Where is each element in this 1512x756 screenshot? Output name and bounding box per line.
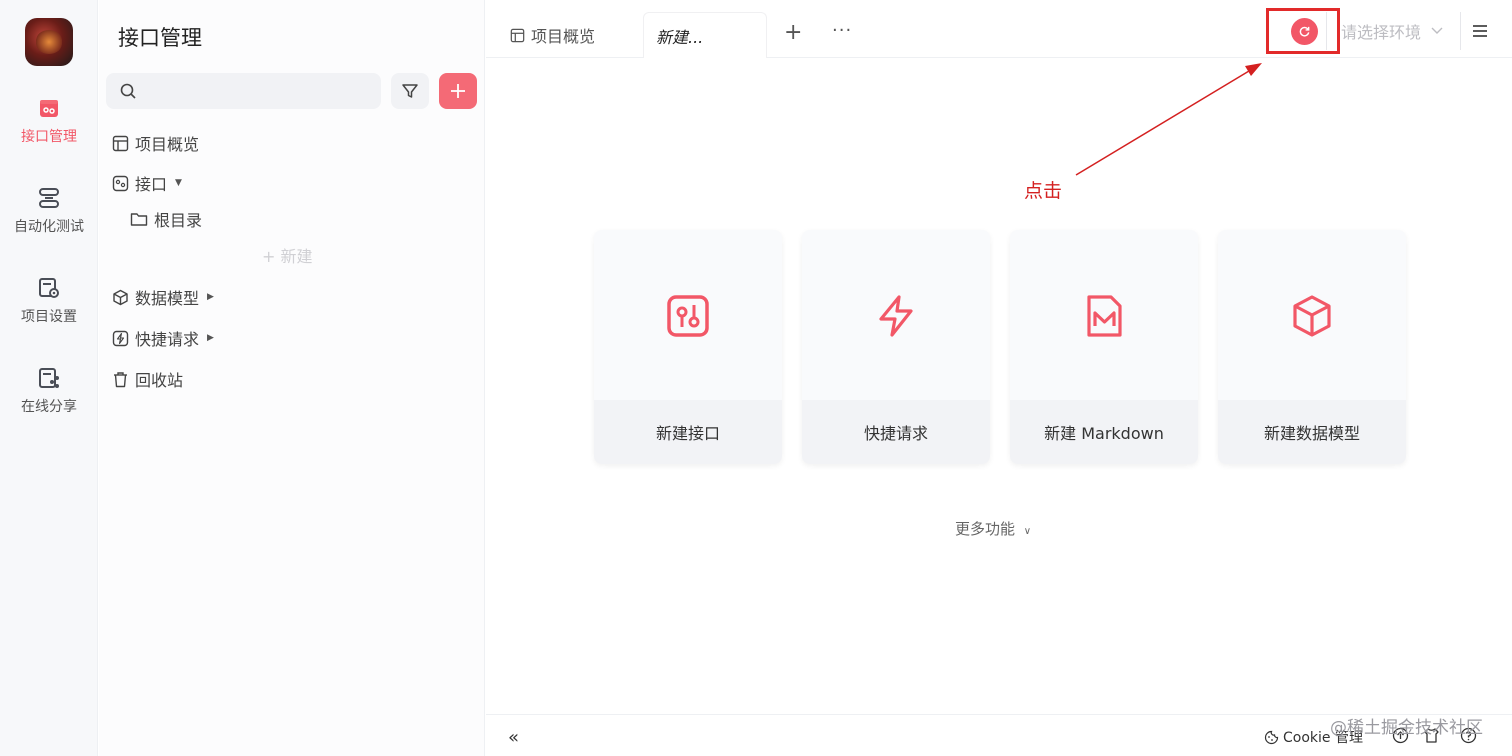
cookie-icon (1264, 730, 1279, 744)
card-new-data-model[interactable]: 新建数据模型 (1218, 230, 1406, 464)
automation-icon (39, 188, 59, 208)
sidebar: 接口管理 项目概览 接口 ▼ 根目录 + 新建 数据模型 ▶ 快捷请求 ▶ 回收… (99, 0, 485, 756)
cube-icon (113, 289, 128, 305)
avatar[interactable] (25, 18, 73, 66)
add-button[interactable] (439, 73, 477, 109)
rail-item-api-management[interactable]: 接口管理 (0, 96, 98, 146)
rail-item-label: 在线分享 (21, 399, 77, 415)
project-settings-icon (39, 278, 59, 298)
tree-item-label: 根目录 (154, 211, 203, 230)
tab-label: 新建... (656, 27, 704, 47)
folder-icon (130, 213, 148, 226)
card-quick-request[interactable]: 快捷请求 (802, 230, 990, 464)
markdown-icon (1087, 295, 1122, 337)
chevron-down-icon: ∨ (1023, 526, 1032, 537)
search-icon (120, 83, 136, 99)
rail-item-project-settings[interactable]: 项目设置 (0, 276, 98, 326)
more-functions-toggle[interactable]: 更多功能 ∨ (955, 518, 1031, 539)
caret-right-icon[interactable]: ▶ (207, 292, 214, 302)
cube-icon (1293, 295, 1331, 337)
card-label: 快捷请求 (802, 400, 990, 464)
filter-button[interactable] (391, 73, 429, 109)
tree-item-project-overview[interactable]: 项目概览 (112, 131, 199, 155)
share-icon (39, 368, 59, 388)
api-icon (40, 100, 58, 117)
tree-item-data-model[interactable]: 数据模型 ▶ (112, 285, 214, 309)
filter-icon (402, 84, 418, 98)
tree-item-root-folder[interactable]: 根目录 (130, 207, 202, 231)
card-label: 新建接口 (594, 400, 782, 464)
caret-down-icon[interactable]: ▼ (175, 178, 182, 188)
tab-label: 项目概览 (531, 27, 596, 46)
tree-item-recycle-bin[interactable]: 回收站 (112, 367, 183, 391)
refresh-button[interactable] (1291, 18, 1318, 45)
rail-item-label: 项目设置 (21, 309, 77, 325)
tree-item-label: 快捷请求 (135, 330, 200, 349)
annotation-label: 点击 (1024, 180, 1063, 202)
tree-item-api[interactable]: 接口 ▼ (112, 171, 182, 195)
hamburger-menu-icon (1472, 25, 1487, 37)
trash-icon (114, 371, 127, 387)
rail-item-label: 自动化测试 (14, 219, 84, 235)
more-functions-label: 更多功能 (955, 520, 1016, 538)
environment-select[interactable]: 请选择环境 (1326, 12, 1456, 50)
app-window: 接口管理 自动化测试 项目设置 在线分享 接口管理 项目概览 接口 ▼ 根目录 … (0, 0, 1512, 756)
refresh-icon (1299, 26, 1310, 37)
plus-icon (451, 84, 465, 98)
chevron-down-icon (1431, 27, 1443, 34)
lightning-icon (112, 330, 129, 346)
tab-new[interactable]: 新建... (643, 12, 767, 58)
menu-button[interactable] (1460, 12, 1498, 50)
overview-icon (112, 135, 129, 151)
tab-project-overview[interactable]: 项目概览 (510, 12, 640, 58)
tree-item-label: 项目概览 (135, 135, 200, 154)
api-icon (112, 175, 129, 191)
ghost-new-item: + 新建 (262, 247, 313, 266)
tree-item-quick-request[interactable]: 快捷请求 ▶ (112, 326, 214, 350)
lightning-icon (879, 295, 913, 337)
card-label: 新建 Markdown (1010, 400, 1198, 464)
card-label: 新建数据模型 (1218, 400, 1406, 464)
rail-item-online-share[interactable]: 在线分享 (0, 366, 98, 416)
more-tabs-button[interactable]: ··· (832, 20, 852, 41)
api-icon (667, 295, 709, 337)
add-tab-button[interactable]: + (784, 22, 802, 44)
left-rail: 接口管理 自动化测试 项目设置 在线分享 (0, 0, 98, 756)
environment-placeholder: 请选择环境 (1341, 23, 1422, 42)
watermark: @稀土掘金技术社区 (1330, 718, 1483, 738)
rail-item-label: 接口管理 (21, 129, 77, 145)
search-input[interactable] (106, 73, 381, 109)
card-new-api[interactable]: 新建接口 (594, 230, 782, 464)
overview-icon (510, 28, 525, 42)
tree-item-label: 接口 (135, 175, 168, 194)
sidebar-title: 接口管理 (118, 26, 202, 50)
collapse-sidebar-button[interactable]: « (508, 727, 519, 748)
tab-bar: 项目概览 新建... + ··· 请选择环境 (486, 0, 1512, 58)
rail-item-automation-test[interactable]: 自动化测试 (0, 186, 98, 236)
tree-item-label: 回收站 (135, 371, 184, 390)
card-new-markdown[interactable]: 新建 Markdown (1010, 230, 1198, 464)
caret-right-icon[interactable]: ▶ (207, 333, 214, 343)
tree-item-label: 数据模型 (135, 289, 200, 308)
